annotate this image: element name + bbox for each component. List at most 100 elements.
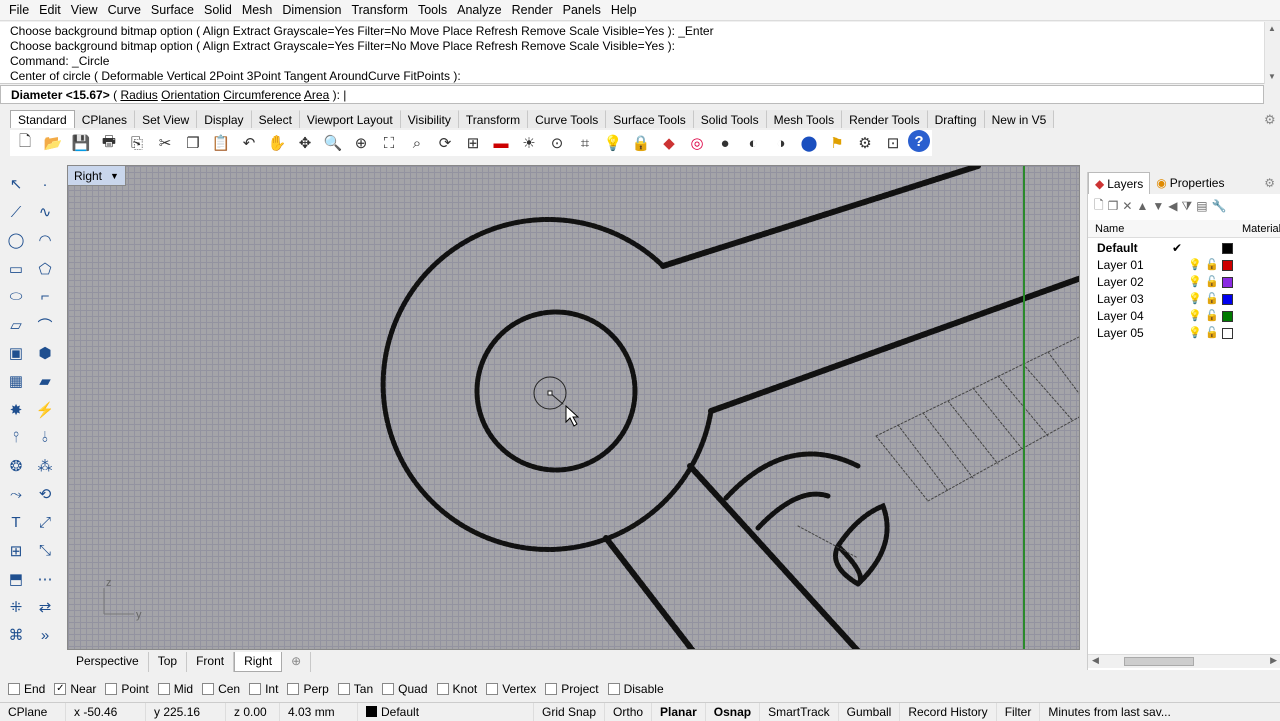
- mesh-icon[interactable]: ▦: [4, 369, 28, 393]
- surface-icon[interactable]: ▱: [4, 313, 28, 337]
- menu-transform[interactable]: Transform: [346, 0, 413, 21]
- explode-icon[interactable]: ✸: [4, 398, 28, 422]
- plane-icon[interactable]: ▰: [33, 369, 57, 393]
- toolbar-tab-select[interactable]: Select: [251, 110, 300, 128]
- ellipse-icon[interactable]: ⬭: [4, 285, 28, 309]
- analyze-icon[interactable]: ⌘: [4, 623, 28, 647]
- record-history-toggle[interactable]: Record History: [900, 702, 997, 721]
- menu-tools[interactable]: Tools: [413, 0, 452, 21]
- zoom-selected-icon[interactable]: ⌕: [404, 130, 430, 156]
- select-icon[interactable]: ↖: [4, 172, 28, 196]
- lock-icon[interactable]: 🔒: [628, 130, 654, 156]
- checkbox[interactable]: [287, 683, 300, 695]
- grid-array-icon[interactable]: ⁜: [4, 595, 28, 619]
- trim-icon[interactable]: ⫯: [4, 426, 28, 450]
- layer-row[interactable]: Layer 02 💡 🔓: [1088, 274, 1280, 291]
- layer-row[interactable]: Layer 03 💡 🔓: [1088, 291, 1280, 308]
- boolean-icon[interactable]: ⚡: [33, 398, 57, 422]
- point-icon[interactable]: ·: [33, 172, 57, 196]
- block-icon[interactable]: ⬒: [4, 567, 28, 591]
- toolbar-tab-transform[interactable]: Transform: [458, 110, 529, 128]
- menu-surface[interactable]: Surface: [146, 0, 199, 21]
- gumball-icon[interactable]: ❂: [4, 454, 28, 478]
- layout-icon[interactable]: ⋯: [33, 567, 57, 591]
- toolbar-tab-solid-tools[interactable]: Solid Tools: [693, 110, 767, 128]
- checkbox[interactable]: [105, 683, 118, 695]
- toolbar-tab-viewport-layout[interactable]: Viewport Layout: [299, 110, 401, 128]
- visibility-bulb-icon[interactable]: 💡: [1188, 325, 1202, 342]
- layer-states-icon[interactable]: ▤: [1196, 199, 1207, 213]
- osnap-cen[interactable]: Cen: [202, 682, 240, 696]
- rectangle-icon[interactable]: ▭: [4, 257, 28, 281]
- checkbox[interactable]: [545, 683, 558, 695]
- visibility-bulb-icon[interactable]: 💡: [1188, 308, 1202, 325]
- viewport-tab-perspective[interactable]: Perspective: [67, 652, 149, 672]
- layer-row[interactable]: Default ✔: [1088, 240, 1280, 257]
- menu-solid[interactable]: Solid: [199, 0, 237, 21]
- layer-color-swatch[interactable]: [1222, 277, 1233, 288]
- delete-layer-icon[interactable]: ✕: [1122, 199, 1132, 213]
- new-sublayer-icon[interactable]: ❐: [1108, 199, 1119, 213]
- option-area[interactable]: Area: [304, 88, 329, 102]
- panel-gear-icon[interactable]: ⚙: [1258, 172, 1280, 194]
- osnap-quad[interactable]: Quad: [382, 682, 428, 696]
- move-icon[interactable]: ⤳: [4, 482, 28, 506]
- material-icon[interactable]: ⬤: [796, 130, 822, 156]
- settings-icon[interactable]: ⚙: [852, 130, 878, 156]
- toolbar-tab-curve-tools[interactable]: Curve Tools: [528, 110, 607, 128]
- loft-icon[interactable]: ⌒: [33, 313, 57, 337]
- new-layer-icon[interactable]: 🗋: [1094, 196, 1104, 217]
- checkbox[interactable]: [249, 683, 262, 695]
- osnap-mid[interactable]: Mid: [157, 682, 193, 696]
- mirror-icon[interactable]: ⇄: [33, 595, 57, 619]
- add-viewport-icon[interactable]: ⊕: [282, 652, 312, 672]
- options-icon[interactable]: ⊡: [880, 130, 906, 156]
- sphere-icon[interactable]: ◐: [740, 130, 766, 156]
- current-layer[interactable]: Default: [358, 702, 534, 721]
- rotate-view-icon[interactable]: ⟳: [432, 130, 458, 156]
- viewport-canvas[interactable]: z y: [68, 166, 1080, 650]
- menu-render[interactable]: Render: [507, 0, 558, 21]
- point-osnap-icon[interactable]: ⊙: [544, 130, 570, 156]
- zoom-extents-icon[interactable]: ⛶: [376, 130, 402, 156]
- four-viewports-icon[interactable]: ⊞: [460, 130, 486, 156]
- viewport-tab-top[interactable]: Top: [149, 652, 188, 672]
- smarttrack-toggle[interactable]: SmartTrack: [760, 702, 839, 721]
- option-orientation[interactable]: Orientation: [161, 88, 220, 102]
- osnap-knot[interactable]: Knot: [436, 682, 477, 696]
- layer-icon[interactable]: ◆: [656, 130, 682, 156]
- menu-view[interactable]: View: [66, 0, 103, 21]
- scroll-thumb[interactable]: [1124, 657, 1194, 666]
- tab-properties[interactable]: ◉ Properties: [1150, 172, 1230, 194]
- checkbox[interactable]: [607, 683, 620, 695]
- color-wheel-icon[interactable]: ◎: [684, 130, 710, 156]
- car-icon[interactable]: ▬: [488, 130, 514, 156]
- checkbox[interactable]: ✓: [54, 683, 67, 695]
- shade-icon[interactable]: ●: [712, 130, 738, 156]
- osnap-toggle[interactable]: Osnap: [706, 702, 761, 721]
- menu-help[interactable]: Help: [606, 0, 642, 21]
- planar-toggle[interactable]: Planar: [652, 702, 706, 721]
- new-icon[interactable]: 🗋: [12, 130, 38, 156]
- scroll-down-icon[interactable]: ▼: [1268, 72, 1276, 81]
- copy-icon[interactable]: ❐: [180, 130, 206, 156]
- undo-icon[interactable]: ↶: [236, 130, 262, 156]
- toolbar-tab-surface-tools[interactable]: Surface Tools: [606, 110, 694, 128]
- ortho-toggle[interactable]: Ortho: [605, 702, 653, 721]
- circle-icon[interactable]: ◯: [4, 228, 28, 252]
- fillet-icon[interactable]: ⌐: [33, 285, 57, 309]
- print-icon[interactable]: 🖶: [96, 130, 122, 156]
- checkbox[interactable]: [202, 683, 215, 695]
- option-radius[interactable]: Radius: [120, 88, 157, 102]
- osnap-disable[interactable]: Disable: [607, 682, 664, 696]
- move-up-icon[interactable]: ▲: [1136, 199, 1148, 213]
- open-icon[interactable]: 📂: [40, 130, 66, 156]
- toolbar-tab-drafting[interactable]: Drafting: [927, 110, 985, 128]
- menu-dimension[interactable]: Dimension: [277, 0, 346, 21]
- help-icon[interactable]: ?: [908, 130, 930, 152]
- unlock-icon[interactable]: 🔓: [1205, 308, 1219, 325]
- toolbar-tab-new-in-v5[interactable]: New in V5: [984, 110, 1055, 128]
- layer-color-swatch[interactable]: [1222, 243, 1233, 254]
- menu-mesh[interactable]: Mesh: [237, 0, 278, 21]
- checkbox[interactable]: [337, 683, 350, 695]
